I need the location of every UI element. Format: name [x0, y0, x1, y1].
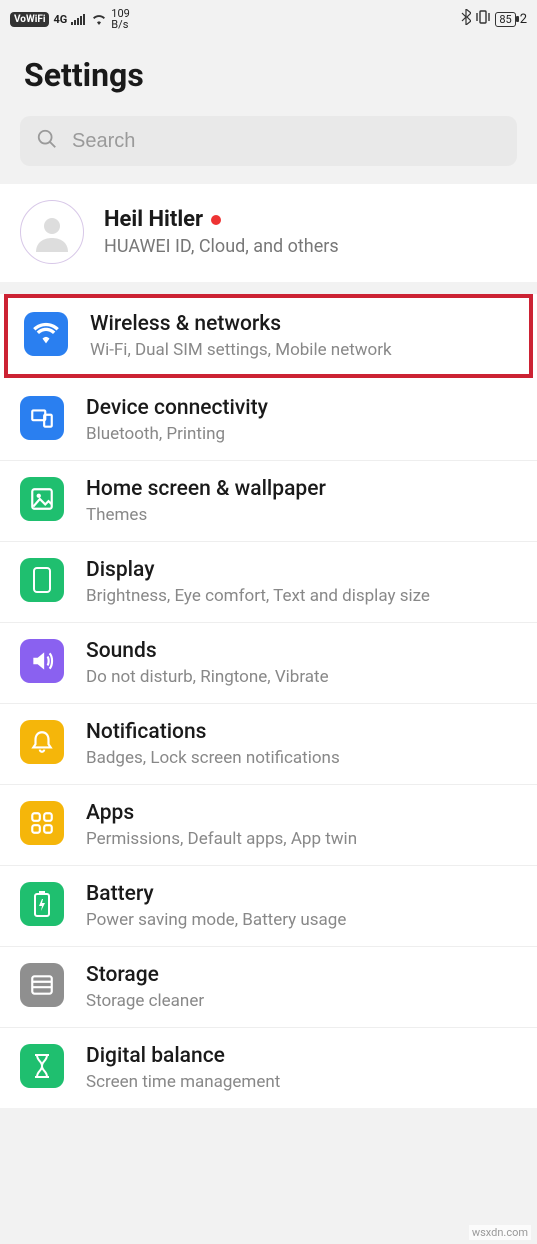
- item-desc: Permissions, Default apps, App twin: [86, 829, 357, 849]
- item-title: Storage: [86, 963, 204, 987]
- notification-dot-icon: [211, 215, 221, 225]
- item-title: Battery: [86, 882, 346, 906]
- search-icon: [36, 128, 58, 154]
- item-title: Home screen & wallpaper: [86, 477, 326, 501]
- item-desc: Power saving mode, Battery usage: [86, 910, 346, 930]
- bluetooth-icon: [461, 9, 471, 29]
- item-title: Device connectivity: [86, 396, 268, 420]
- item-desc: Bluetooth, Printing: [86, 424, 268, 444]
- watermark: wsxdn.com: [469, 1225, 531, 1240]
- account-name: Heil Hitler: [104, 207, 203, 232]
- status-extra: 2: [520, 12, 527, 27]
- item-sounds[interactable]: Sounds Do not disturb, Ringtone, Vibrate: [0, 623, 537, 704]
- search-input[interactable]: [72, 130, 501, 153]
- status-bar: VoWiFi 4G 109 B/s 85 2: [0, 0, 537, 34]
- item-title: Display: [86, 558, 430, 582]
- settings-list: Wireless & networks Wi-Fi, Dual SIM sett…: [0, 294, 537, 1108]
- item-apps[interactable]: Apps Permissions, Default apps, App twin: [0, 785, 537, 866]
- item-battery[interactable]: Battery Power saving mode, Battery usage: [0, 866, 537, 947]
- wifi-status-icon: [91, 13, 107, 25]
- item-desc: Screen time management: [86, 1072, 280, 1092]
- page-title: Settings: [0, 34, 537, 116]
- item-storage[interactable]: Storage Storage cleaner: [0, 947, 537, 1028]
- item-title: Digital balance: [86, 1044, 280, 1068]
- battery-icon: [20, 882, 64, 926]
- phone-icon: [20, 558, 64, 602]
- sound-icon: [20, 639, 64, 683]
- item-title: Sounds: [86, 639, 329, 663]
- section-gap: [0, 282, 537, 292]
- vibrate-icon: [475, 10, 491, 28]
- item-desc: Do not disturb, Ringtone, Vibrate: [86, 667, 329, 687]
- vowifi-badge: VoWiFi: [10, 12, 49, 27]
- item-title: Notifications: [86, 720, 340, 744]
- battery-indicator: 85: [495, 12, 515, 27]
- item-notifications[interactable]: Notifications Badges, Lock screen notifi…: [0, 704, 537, 785]
- search-bar[interactable]: [20, 116, 517, 166]
- apps-icon: [20, 801, 64, 845]
- rate-unit: B/s: [111, 19, 130, 30]
- account-text: Heil Hitler HUAWEI ID, Cloud, and others: [104, 207, 339, 257]
- item-title: Apps: [86, 801, 357, 825]
- item-desc: Storage cleaner: [86, 991, 204, 1011]
- status-left: VoWiFi 4G 109 B/s: [10, 8, 130, 30]
- wifi-icon: [24, 312, 68, 356]
- image-icon: [20, 477, 64, 521]
- item-desc: Brightness, Eye comfort, Text and displa…: [86, 586, 430, 606]
- status-right: 85 2: [461, 9, 527, 29]
- item-display[interactable]: Display Brightness, Eye comfort, Text an…: [0, 542, 537, 623]
- hourglass-icon: [20, 1044, 64, 1088]
- item-desc: Wi-Fi, Dual SIM settings, Mobile network: [90, 340, 392, 360]
- item-desc: Themes: [86, 505, 326, 525]
- item-title: Wireless & networks: [90, 312, 392, 336]
- signal-icon: [71, 13, 87, 25]
- item-home-screen-wallpaper[interactable]: Home screen & wallpaper Themes: [0, 461, 537, 542]
- bell-icon: [20, 720, 64, 764]
- item-desc: Badges, Lock screen notifications: [86, 748, 340, 768]
- devices-icon: [20, 396, 64, 440]
- account-row[interactable]: Heil Hitler HUAWEI ID, Cloud, and others: [0, 184, 537, 282]
- storage-icon: [20, 963, 64, 1007]
- item-digital-balance[interactable]: Digital balance Screen time management: [0, 1028, 537, 1108]
- item-device-connectivity[interactable]: Device connectivity Bluetooth, Printing: [0, 380, 537, 461]
- account-subtitle: HUAWEI ID, Cloud, and others: [104, 236, 339, 257]
- data-rate: 109 B/s: [111, 8, 130, 30]
- network-4g-label: 4G: [53, 13, 67, 26]
- item-wireless-networks[interactable]: Wireless & networks Wi-Fi, Dual SIM sett…: [4, 294, 533, 378]
- avatar: [20, 200, 84, 264]
